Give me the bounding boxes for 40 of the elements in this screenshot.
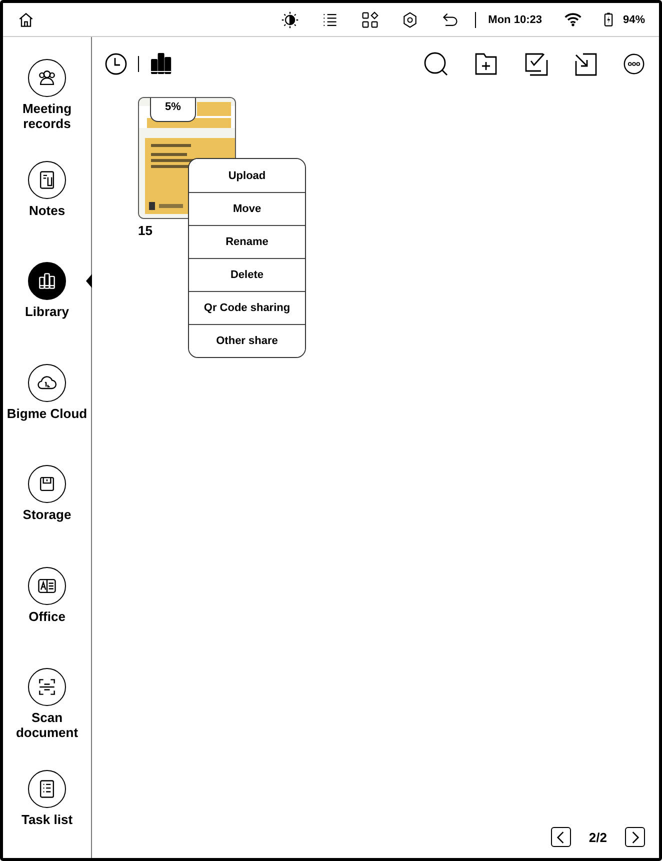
- document-icon[interactable]: [28, 566, 66, 604]
- brightness-icon[interactable]: [281, 10, 300, 28]
- clock-icon[interactable]: [104, 52, 128, 76]
- pointer-icon: [86, 274, 92, 288]
- sidebar-label[interactable]: Bigme Cloud: [3, 406, 91, 420]
- books-icon[interactable]: [28, 262, 66, 300]
- sidebar-label[interactable]: Scan document: [3, 710, 91, 740]
- next-page-button[interactable]: [625, 827, 645, 847]
- apps-icon[interactable]: [361, 10, 380, 28]
- wifi-icon: [564, 12, 582, 27]
- notebook-icon[interactable]: [28, 160, 66, 198]
- clock-time: Mon 10:23: [488, 14, 542, 26]
- sidebar-label[interactable]: Library: [3, 304, 91, 319]
- settings-icon[interactable]: [401, 10, 420, 28]
- chevron-left-icon: [556, 830, 566, 844]
- back-icon[interactable]: [441, 10, 460, 28]
- battery-level: 94%: [622, 14, 645, 26]
- menu-item[interactable]: Other share: [189, 324, 305, 357]
- battery-icon: [604, 12, 613, 27]
- sidebar-label[interactable]: Task list: [3, 812, 91, 826]
- people-icon[interactable]: [28, 59, 66, 97]
- import-icon[interactable]: [573, 51, 599, 77]
- sidebar-label[interactable]: Meeting records: [3, 101, 91, 131]
- sidebar-label[interactable]: Office: [3, 608, 91, 624]
- home-icon[interactable]: [17, 10, 35, 28]
- progress-badge: 5%: [150, 98, 196, 122]
- floppy-disk-icon[interactable]: [28, 465, 66, 503]
- new-folder-icon[interactable]: [473, 51, 499, 77]
- sidebar-label[interactable]: Storage: [3, 507, 91, 522]
- search-icon[interactable]: [423, 51, 449, 77]
- books-icon[interactable]: [149, 52, 173, 76]
- page-indicator: 2/2: [588, 830, 607, 844]
- list-icon[interactable]: [28, 770, 66, 808]
- multi-select-icon[interactable]: [523, 51, 549, 77]
- sidebar-label[interactable]: Notes: [3, 202, 91, 218]
- scan-icon[interactable]: [28, 668, 66, 706]
- more-icon[interactable]: [623, 53, 645, 75]
- previous-page-button[interactable]: [550, 827, 571, 847]
- cloud-icon[interactable]: [28, 364, 66, 402]
- chevron-right-icon: [630, 830, 640, 844]
